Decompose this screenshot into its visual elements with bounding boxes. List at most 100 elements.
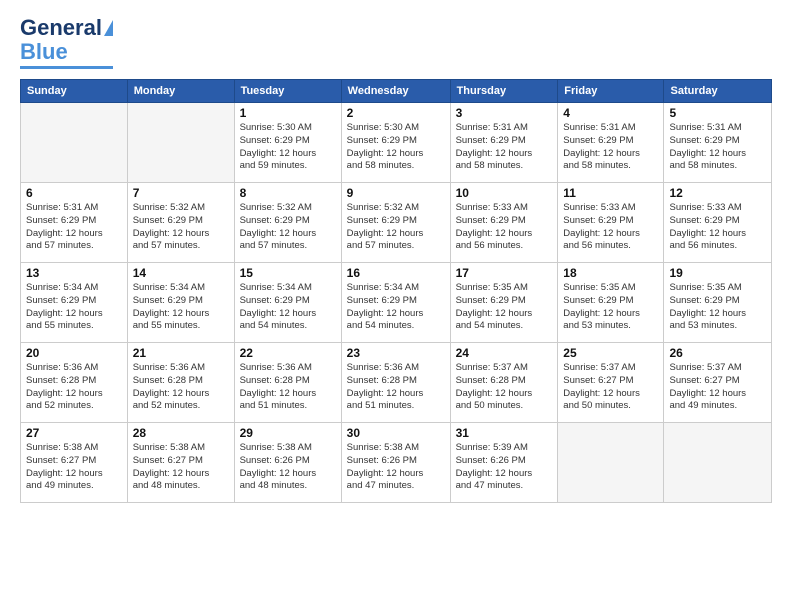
calendar-cell: 31 Sunrise: 5:39 AM Sunset: 6:26 PM Dayli… [450,423,558,503]
logo-blue: Blue [20,39,68,65]
day-info: Sunrise: 5:31 AM Sunset: 6:29 PM Dayligh… [563,122,658,173]
calendar-cell [21,103,128,183]
calendar-cell: 5Sunrise: 5:31 AM Sunset: 6:29 PM Daylig… [664,103,772,183]
day-info: Sunrise: 5:35 AM Sunset: 6:29 PM Dayligh… [456,282,553,333]
calendar-cell: 24 Sunrise: 5:37 AM Sunset: 6:28 PM Dayli… [450,343,558,423]
calendar-cell: 3 Sunrise: 5:31 AM Sunset: 6:29 PM Daylig… [450,103,558,183]
day-number: 31 [456,426,553,440]
calendar-cell: 7 Sunrise: 5:32 AM Sunset: 6:29 PM Daylig… [127,183,234,263]
week-row-4: 20 Sunrise: 5:36 AM Sunset: 6:28 PM Dayli… [21,343,772,423]
calendar-cell: 15 Sunrise: 5:34 AM Sunset: 6:29 PM Dayli… [234,263,341,343]
day-info: Sunrise: 5:39 AM Sunset: 6:26 PM Dayligh… [456,442,553,493]
calendar-cell: 21 Sunrise: 5:36 AM Sunset: 6:28 PM Dayli… [127,343,234,423]
day-number: 13 [26,266,122,280]
day-number: 26 [669,346,766,360]
day-number: 9 [347,186,445,200]
weekday-header-row: SundayMondayTuesdayWednesdayThursdayFrid… [21,80,772,103]
calendar-cell: 6 Sunrise: 5:31 AM Sunset: 6:29 PM Daylig… [21,183,128,263]
calendar-table: SundayMondayTuesdayWednesdayThursdayFrid… [20,79,772,503]
calendar-cell [558,423,664,503]
day-number: 12 [669,186,766,200]
day-number: 23 [347,346,445,360]
page: General Blue SundayMondayTuesdayWednesda… [0,0,792,612]
logo: General Blue [20,15,113,69]
calendar-cell: 28Sunrise: 5:38 AM Sunset: 6:27 PM Dayli… [127,423,234,503]
weekday-header-tuesday: Tuesday [234,80,341,103]
calendar-cell: 11 Sunrise: 5:33 AM Sunset: 6:29 PM Dayli… [558,183,664,263]
day-info: Sunrise: 5:31 AM Sunset: 6:29 PM Dayligh… [26,202,122,253]
calendar-cell: 27 Sunrise: 5:38 AM Sunset: 6:27 PM Dayli… [21,423,128,503]
day-info: Sunrise: 5:36 AM Sunset: 6:28 PM Dayligh… [240,362,336,413]
calendar-cell: 18 Sunrise: 5:35 AM Sunset: 6:29 PM Dayli… [558,263,664,343]
day-number: 10 [456,186,553,200]
day-number: 24 [456,346,553,360]
day-info: Sunrise: 5:35 AM Sunset: 6:29 PM Dayligh… [563,282,658,333]
day-number: 29 [240,426,336,440]
weekday-header-friday: Friday [558,80,664,103]
day-number: 5 [669,106,766,120]
day-number: 21 [133,346,229,360]
day-number: 27 [26,426,122,440]
weekday-header-saturday: Saturday [664,80,772,103]
day-number: 8 [240,186,336,200]
day-number: 22 [240,346,336,360]
calendar-cell: 29 Sunrise: 5:38 AM Sunset: 6:26 PM Dayli… [234,423,341,503]
day-number: 14 [133,266,229,280]
day-info: Sunrise: 5:37 AM Sunset: 6:28 PM Dayligh… [456,362,553,413]
day-number: 7 [133,186,229,200]
day-info: Sunrise: 5:34 AM Sunset: 6:29 PM Dayligh… [240,282,336,333]
weekday-header-sunday: Sunday [21,80,128,103]
calendar-cell: 4Sunrise: 5:31 AM Sunset: 6:29 PM Daylig… [558,103,664,183]
week-row-3: 13 Sunrise: 5:34 AM Sunset: 6:29 PM Dayli… [21,263,772,343]
logo-general: General [20,15,102,41]
header: General Blue [20,15,772,69]
day-info: Sunrise: 5:36 AM Sunset: 6:28 PM Dayligh… [133,362,229,413]
day-number: 6 [26,186,122,200]
day-info: Sunrise: 5:31 AM Sunset: 6:29 PM Dayligh… [456,122,553,173]
weekday-header-monday: Monday [127,80,234,103]
weekday-header-thursday: Thursday [450,80,558,103]
calendar-cell: 14 Sunrise: 5:34 AM Sunset: 6:29 PM Dayli… [127,263,234,343]
calendar-cell: 13 Sunrise: 5:34 AM Sunset: 6:29 PM Dayli… [21,263,128,343]
calendar-cell [127,103,234,183]
week-row-1: 1Sunrise: 5:30 AM Sunset: 6:29 PM Daylig… [21,103,772,183]
day-info: Sunrise: 5:32 AM Sunset: 6:29 PM Dayligh… [240,202,336,253]
day-number: 30 [347,426,445,440]
calendar-cell: 26 Sunrise: 5:37 AM Sunset: 6:27 PM Dayli… [664,343,772,423]
day-info: Sunrise: 5:34 AM Sunset: 6:29 PM Dayligh… [347,282,445,333]
calendar-cell: 19Sunrise: 5:35 AM Sunset: 6:29 PM Dayli… [664,263,772,343]
day-number: 25 [563,346,658,360]
week-row-2: 6 Sunrise: 5:31 AM Sunset: 6:29 PM Daylig… [21,183,772,263]
calendar-cell [664,423,772,503]
logo-underline [20,66,113,69]
day-info: Sunrise: 5:30 AM Sunset: 6:29 PM Dayligh… [347,122,445,173]
calendar-cell: 2 Sunrise: 5:30 AM Sunset: 6:29 PM Daylig… [341,103,450,183]
day-info: Sunrise: 5:34 AM Sunset: 6:29 PM Dayligh… [26,282,122,333]
weekday-header-wednesday: Wednesday [341,80,450,103]
calendar-cell: 17Sunrise: 5:35 AM Sunset: 6:29 PM Dayli… [450,263,558,343]
day-number: 3 [456,106,553,120]
day-info: Sunrise: 5:32 AM Sunset: 6:29 PM Dayligh… [133,202,229,253]
day-info: Sunrise: 5:38 AM Sunset: 6:27 PM Dayligh… [26,442,122,493]
calendar-cell: 10Sunrise: 5:33 AM Sunset: 6:29 PM Dayli… [450,183,558,263]
day-info: Sunrise: 5:36 AM Sunset: 6:28 PM Dayligh… [347,362,445,413]
day-info: Sunrise: 5:38 AM Sunset: 6:26 PM Dayligh… [240,442,336,493]
day-info: Sunrise: 5:33 AM Sunset: 6:29 PM Dayligh… [563,202,658,253]
calendar-cell: 8 Sunrise: 5:32 AM Sunset: 6:29 PM Daylig… [234,183,341,263]
day-info: Sunrise: 5:37 AM Sunset: 6:27 PM Dayligh… [669,362,766,413]
calendar-cell: 23 Sunrise: 5:36 AM Sunset: 6:28 PM Dayli… [341,343,450,423]
day-info: Sunrise: 5:38 AM Sunset: 6:27 PM Dayligh… [133,442,229,493]
calendar-cell: 20Sunrise: 5:36 AM Sunset: 6:28 PM Dayli… [21,343,128,423]
day-info: Sunrise: 5:34 AM Sunset: 6:29 PM Dayligh… [133,282,229,333]
calendar-cell: 25Sunrise: 5:37 AM Sunset: 6:27 PM Dayli… [558,343,664,423]
day-number: 15 [240,266,336,280]
calendar-cell: 16Sunrise: 5:34 AM Sunset: 6:29 PM Dayli… [341,263,450,343]
calendar-cell: 1Sunrise: 5:30 AM Sunset: 6:29 PM Daylig… [234,103,341,183]
day-number: 18 [563,266,658,280]
day-number: 20 [26,346,122,360]
day-info: Sunrise: 5:30 AM Sunset: 6:29 PM Dayligh… [240,122,336,173]
day-number: 2 [347,106,445,120]
day-number: 11 [563,186,658,200]
calendar-cell: 30Sunrise: 5:38 AM Sunset: 6:26 PM Dayli… [341,423,450,503]
day-number: 19 [669,266,766,280]
